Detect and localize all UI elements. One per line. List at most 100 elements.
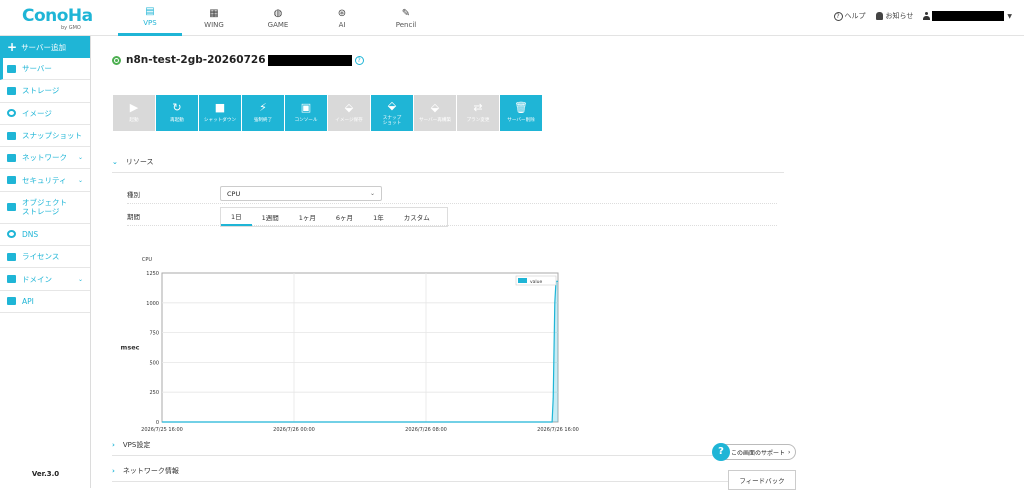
save-image-button[interactable]: ⬙ イメージ保存 [328, 95, 371, 131]
chevron-down-icon: ⌄ [77, 154, 83, 162]
feedback-button[interactable]: フィードバック [728, 470, 796, 490]
pencil-doc-icon: ✎ [401, 7, 411, 19]
server-icon [7, 64, 16, 73]
chevron-down-icon: ▼ [1007, 12, 1012, 20]
force-stop-button[interactable]: ⚡ 強制終了 [242, 95, 285, 131]
play-icon: ▶ [129, 101, 139, 115]
delete-server-label: サーバー削除 [507, 118, 535, 124]
sidebar-item-dns[interactable]: DNS [0, 224, 90, 247]
object-storage-icon [7, 203, 16, 212]
nav-ai[interactable]: ⊛ AI [310, 0, 374, 36]
sidebar-item-security[interactable]: セキュリティ ⌄ [0, 169, 90, 192]
sidebar-item-label: ライセンス [22, 252, 60, 262]
sidebar-item-label: イメージ [22, 108, 52, 118]
chart-ytick-label: 0 [156, 420, 159, 426]
nav-pencil[interactable]: ✎ Pencil [374, 0, 438, 36]
save-image-label: イメージ保存 [335, 118, 363, 124]
domain-icon [7, 275, 16, 284]
chevron-right-icon: › [788, 448, 791, 456]
force-stop-label: 強制終了 [253, 118, 273, 124]
conoha-logo[interactable]: ConoHa by GMO [22, 6, 93, 32]
sidebar-item-license[interactable]: ライセンス [0, 246, 90, 269]
nav-game[interactable]: ◍ GAME [246, 0, 310, 36]
header-links: ? ヘルプ お知らせ ▼ [824, 11, 1012, 21]
image-save-icon: ⬙ [344, 101, 354, 115]
tab-1month[interactable]: 1ヶ月 [289, 208, 326, 226]
sidebar-item-snapshot[interactable]: スナップショット [0, 125, 90, 148]
building-icon: ▦ [209, 7, 219, 19]
nav-vps[interactable]: ▤ VPS [118, 0, 182, 36]
sidebar-item-api[interactable]: API [0, 291, 90, 313]
chart-legend-swatch [518, 278, 527, 283]
tab-1day[interactable]: 1日 [221, 208, 252, 226]
nav-wing[interactable]: ▦ WING [182, 0, 246, 36]
add-server-button[interactable]: + サーバー追加 [0, 36, 90, 58]
snapshot-icon [7, 131, 16, 140]
api-icon [7, 297, 16, 306]
nav-ai-label: AI [338, 20, 346, 29]
help-link[interactable]: ? ヘルプ [833, 11, 866, 21]
plan-change-button[interactable]: ⇄ プラン変更 [457, 95, 500, 131]
sidebar-item-image[interactable]: イメージ [0, 103, 90, 125]
chevron-right-icon: › [112, 440, 115, 449]
chart-ytick-label: 1250 [146, 271, 159, 277]
server-icon: ▤ [145, 6, 155, 17]
server-title: n8n-test-2gb-20260726 ? [112, 54, 364, 66]
start-button[interactable]: ▶ 起動 [113, 95, 156, 131]
page-support-button[interactable]: ? この画面のサポート › [712, 443, 796, 461]
plug-icon: ⚡ [259, 101, 267, 115]
snapshot-label: スナップ ショット [382, 115, 402, 127]
news-link[interactable]: お知らせ [875, 11, 914, 21]
version-label: Ver.3.0 [31, 470, 60, 478]
chart-plot-frame [161, 272, 559, 423]
chart-xtick-label: 2026/7/26 16:00 [537, 427, 579, 433]
cpu-chart-svg: 0 250 500 750 1000 1250 2026/7/25 16:00 2026/7/… [121, 257, 579, 433]
news-label: お知らせ [885, 12, 914, 20]
image-icon [7, 109, 16, 118]
logo-sub: by GMO [61, 25, 81, 31]
metric-type-select[interactable]: CPU ⌄ [220, 186, 382, 201]
tab-1year[interactable]: 1年 [363, 208, 394, 226]
vps-settings-section-header[interactable]: › VPS設定 [112, 434, 784, 456]
user-icon [923, 12, 931, 20]
sidebar-item-label: サーバー [22, 64, 52, 74]
page-support-label: この画面のサポート [731, 449, 786, 457]
storage-icon [7, 86, 16, 95]
console-button[interactable]: ▣ コンソール [285, 95, 328, 131]
cpu-chart: 0 250 500 750 1000 1250 2026/7/25 16:00 2026/7/… [121, 251, 579, 461]
snapshot-button[interactable]: ⬙ スナップ ショット [371, 95, 414, 131]
tab-custom[interactable]: カスタム [394, 208, 440, 226]
trash-icon: 🗑 [514, 101, 528, 115]
add-server-label: サーバー追加 [21, 42, 66, 52]
sidebar-item-object-storage[interactable]: オブジェクト ストレージ [0, 192, 90, 224]
network-info-section-header[interactable]: › ネットワーク情報 [112, 460, 784, 482]
chevron-down-icon: ⌄ [77, 176, 83, 184]
sidebar-item-network[interactable]: ネットワーク ⌄ [0, 147, 90, 170]
network-icon [7, 153, 16, 162]
delete-server-button[interactable]: 🗑 サーバー削除 [500, 95, 543, 131]
network-info-title: ネットワーク情報 [122, 466, 179, 475]
user-menu[interactable]: ▼ [923, 11, 1012, 21]
shutdown-button[interactable]: ■ シャットダウン [199, 95, 242, 131]
snapshot-icon: ⬙ [387, 98, 397, 112]
sidebar-item-domain[interactable]: ドメイン ⌄ [0, 268, 90, 291]
top-bar: ConoHa by GMO ▤ VPS ▦ WING ◍ GAME ⊛ AI ✎… [0, 0, 1024, 36]
rebuild-button[interactable]: ⬙ サーバー再構築 [414, 95, 457, 131]
chart-legend-label: value [530, 279, 543, 285]
chart-xtick-label: 2026/7/26 00:00 [273, 427, 315, 433]
server-name: n8n-test-2gb-20260726 [126, 54, 266, 66]
resource-section-header[interactable]: ⌄ リソース [112, 151, 784, 173]
sidebar-item-server[interactable]: サーバー [0, 58, 90, 81]
chart-ytick-label: 1000 [146, 301, 159, 307]
chart-ylabel: msec [121, 344, 140, 352]
tab-1week[interactable]: 1週間 [252, 208, 289, 226]
logo-text: ConoHa [22, 6, 93, 26]
key-icon [7, 176, 16, 185]
tab-6months[interactable]: 6ヶ月 [326, 208, 363, 226]
restart-button[interactable]: ↻ 再起動 [156, 95, 199, 131]
sidebar-item-label: API [22, 296, 34, 306]
sidebar-item-storage[interactable]: ストレージ [0, 80, 90, 103]
chart-ytick-label: 250 [149, 390, 159, 396]
help-icon[interactable]: ? [354, 55, 364, 65]
chevron-down-icon: ⌄ [77, 275, 83, 283]
